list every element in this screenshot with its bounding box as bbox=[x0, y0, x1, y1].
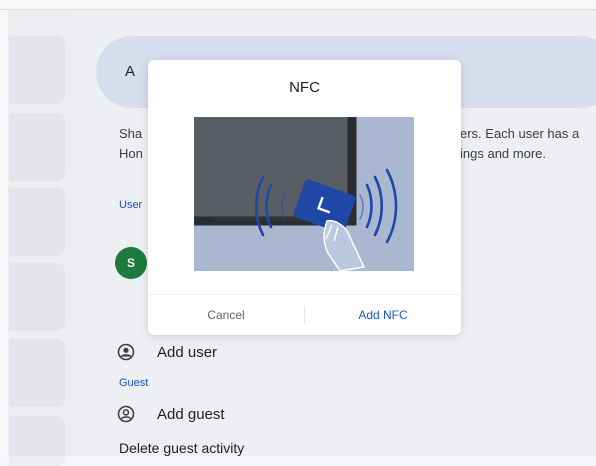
cancel-button-label: Cancel bbox=[207, 308, 245, 322]
nfc-dialog: NFC Cancel Add NFC bbox=[148, 60, 461, 335]
add-nfc-button[interactable]: Add NFC bbox=[305, 295, 461, 335]
dialog-title: NFC bbox=[289, 79, 320, 96]
nfc-tap-illustration bbox=[194, 117, 414, 272]
add-nfc-button-label: Add NFC bbox=[358, 308, 408, 322]
cancel-button[interactable]: Cancel bbox=[148, 295, 304, 335]
